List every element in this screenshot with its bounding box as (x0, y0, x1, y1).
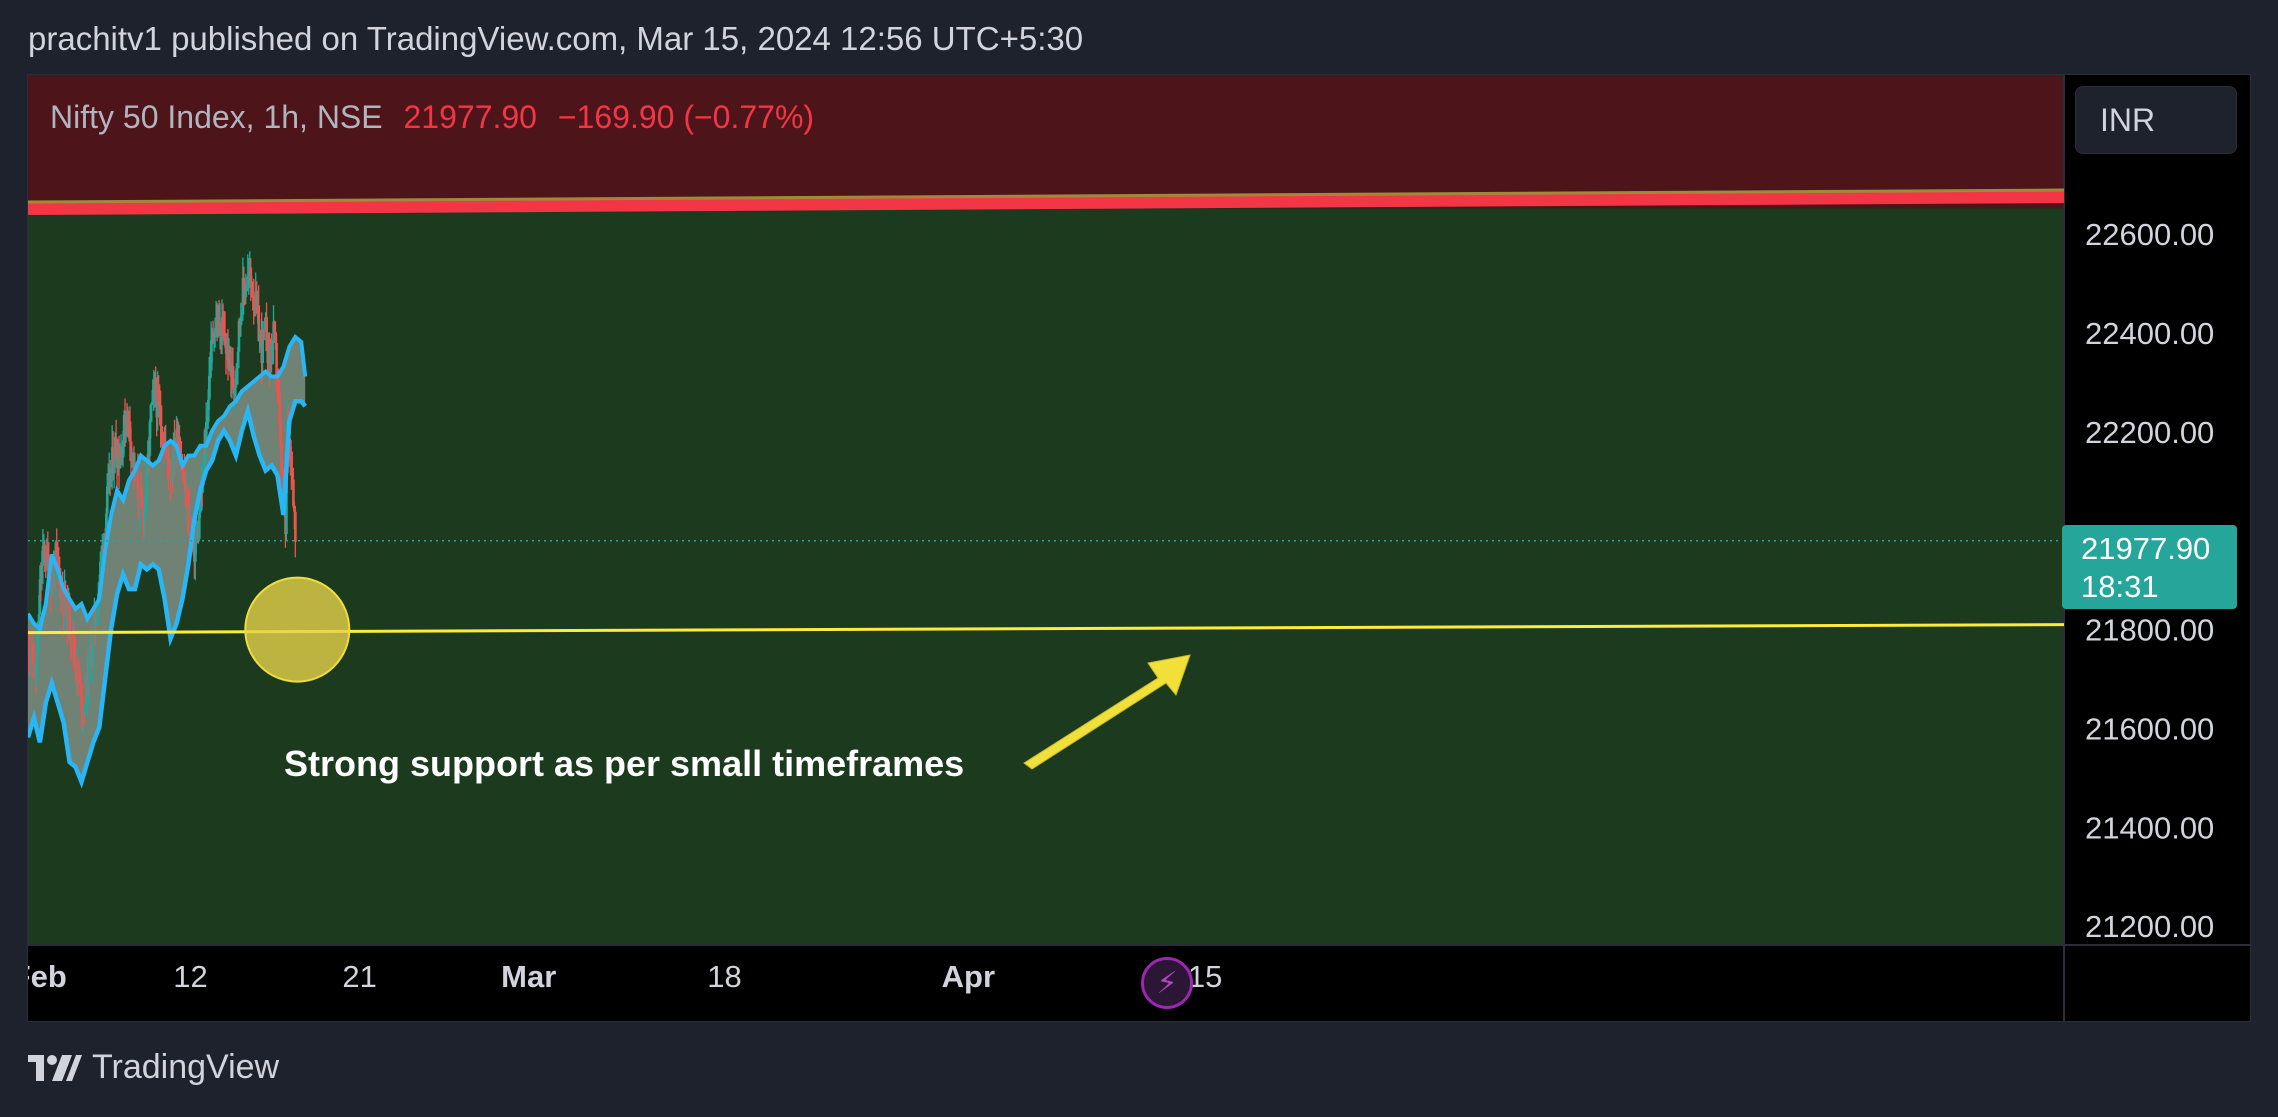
legend-last-price: 21977.90 (403, 99, 537, 135)
footer-brand: TradingView (92, 1048, 280, 1086)
y-tick-label: 22600.00 (2085, 217, 2214, 252)
y-tick-label: 21400.00 (2085, 810, 2214, 845)
resistance-zone (28, 75, 2064, 209)
tradingview-logo[interactable]: TradingView (28, 1048, 279, 1087)
support-zone (28, 208, 2064, 945)
x-tick-label: Apr (942, 959, 995, 994)
tradingview-logo-icon (28, 1054, 82, 1081)
last-price-badge: 21977.90 18:31 (2062, 525, 2237, 609)
currency-label: INR (2100, 101, 2156, 138)
support-annotation-text: Strong support as per small timeframes (284, 743, 965, 784)
candle[interactable] (292, 479, 295, 506)
candle[interactable] (167, 459, 170, 473)
lightning-icon[interactable]: ⚡ (1141, 957, 1193, 1009)
candle[interactable] (228, 346, 232, 366)
y-tick-label: 22400.00 (2085, 316, 2214, 351)
legend-symbol: Nifty 50 Index, 1h, NSE (50, 99, 383, 135)
x-tick-label: 12 (173, 959, 207, 994)
candle[interactable] (294, 511, 297, 542)
legend-change: −169.90 (−0.77%) (557, 99, 815, 135)
x-tick-label: 21 (342, 959, 376, 994)
x-tick-label: 15 (1188, 959, 1222, 994)
x-tick-label: Feb (28, 959, 67, 994)
chart-panel[interactable]: 22600.00 22400.00 22200.00 21800.00 21600.00… (27, 74, 2251, 1022)
x-tick-label: Mar (501, 959, 556, 994)
y-tick-label: 21800.00 (2085, 613, 2214, 648)
candle[interactable] (145, 464, 149, 496)
bar-countdown: 18:31 (2081, 569, 2159, 604)
chart-legend[interactable]: Nifty 50 Index, 1h, NSE 21977.90 −169.90… (50, 99, 814, 136)
last-price-value: 21977.90 (2081, 531, 2211, 566)
price-chart[interactable]: 22600.00 22400.00 22200.00 21800.00 21600.00… (28, 75, 2250, 1021)
attribution-text: prachitv1 published on TradingView.com, … (28, 20, 1084, 57)
candle[interactable] (118, 456, 122, 469)
currency-button[interactable]: INR (2075, 86, 2237, 154)
y-tick-label: 21200.00 (2085, 909, 2214, 944)
candle[interactable] (35, 650, 39, 681)
x-tick-label: 18 (707, 959, 741, 994)
support-marker-circle[interactable] (244, 576, 351, 683)
y-tick-label: 21600.00 (2085, 712, 2214, 747)
y-tick-label: 22200.00 (2085, 415, 2214, 450)
